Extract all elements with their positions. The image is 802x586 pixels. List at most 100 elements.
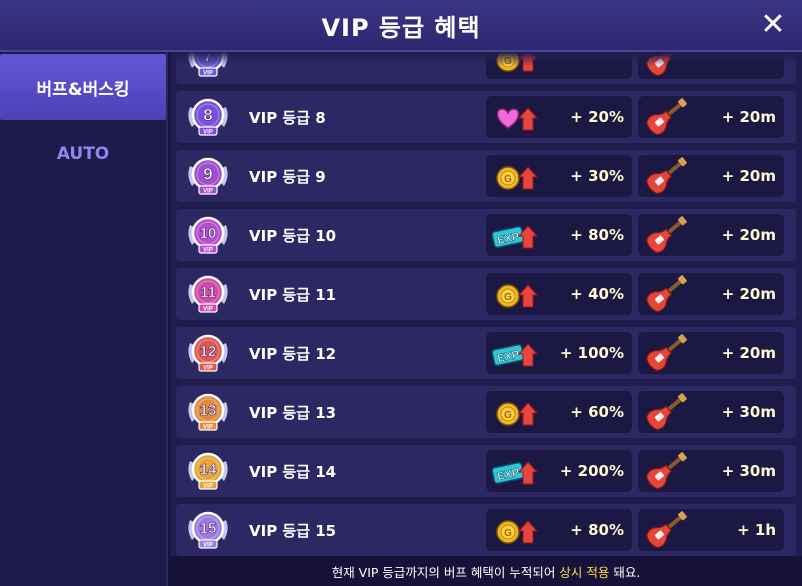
- buff-cell: G + 30%: [486, 155, 632, 197]
- vip-badge-icon: 13 VIP: [184, 388, 232, 436]
- svg-text:15: 15: [200, 520, 217, 537]
- buff-value: + 20%: [570, 108, 624, 126]
- svg-text:VIP: VIP: [203, 307, 213, 313]
- coin-up-icon: G: [490, 157, 540, 195]
- buff-cell: G + 80%: [486, 509, 632, 551]
- busking-cell: + 30m: [638, 391, 784, 433]
- vip-badge-icon: 14 VIP: [184, 447, 232, 495]
- tab-auto[interactable]: AUTO: [0, 120, 166, 188]
- buff-cell: EXP + 100%: [486, 332, 632, 374]
- buff-value: + 30%: [570, 167, 624, 185]
- exp-up-icon: EXP: [490, 216, 540, 254]
- vip-level-label: VIP 등급 8: [249, 108, 326, 127]
- coin-up-icon: G: [490, 275, 540, 313]
- svg-text:13: 13: [200, 402, 217, 419]
- svg-text:8: 8: [203, 106, 212, 125]
- busking-cell: + 20m: [638, 155, 784, 197]
- guitar-icon: [642, 452, 692, 490]
- page-title: VIP 등급 혜택: [321, 13, 481, 42]
- svg-text:VIP: VIP: [203, 484, 213, 490]
- busking-value: + 20m: [721, 226, 776, 244]
- vip-row: 10 VIP VIP 등급 10 EXP + 80% + 20m: [176, 209, 796, 261]
- svg-text:G: G: [504, 292, 512, 303]
- vip-level-label: VIP 등급 10: [249, 226, 337, 245]
- busking-value: + 1h: [737, 521, 776, 539]
- vip-badge-icon: 15 VIP: [184, 506, 232, 554]
- busking-value: + 20m: [721, 108, 776, 126]
- vip-level-label: VIP 등급 15: [249, 521, 337, 540]
- vip-benefit-list[interactable]: 7 VIP G 8 VIP VIP 등급 8+ 20% + 20m: [170, 52, 802, 586]
- vip-badge-icon: 8 VIP: [184, 93, 232, 141]
- title-bar: VIP 등급 혜택 ✕: [0, 0, 802, 52]
- vip-row: 12 VIP VIP 등급 12 EXP + 100% + 20m: [176, 327, 796, 379]
- footer-highlight: 상시 적용: [559, 564, 610, 580]
- buff-cell: G + 40%: [486, 273, 632, 315]
- buff-cell: EXP + 80%: [486, 214, 632, 256]
- buff-value: + 60%: [570, 403, 624, 421]
- vip-level-label: VIP 등급 11: [249, 285, 337, 304]
- footer-text-end: 돼요.: [613, 564, 641, 580]
- scroll-fade: [170, 52, 802, 66]
- guitar-icon: [642, 275, 692, 313]
- buff-value: + 80%: [570, 521, 624, 539]
- svg-text:G: G: [504, 410, 512, 421]
- busking-cell: + 1h: [638, 509, 784, 551]
- svg-text:VIP: VIP: [203, 71, 213, 77]
- close-button[interactable]: ✕: [758, 10, 788, 40]
- svg-text:11: 11: [200, 284, 216, 301]
- vip-row: 15 VIP VIP 등급 15 G + 80% + 1h: [176, 504, 796, 556]
- guitar-icon: [642, 157, 692, 195]
- footer-note: 현재 VIP 등급까지의 버프 혜택이 누적되어 상시 적용 돼요.: [170, 556, 802, 586]
- busking-value: + 20m: [721, 285, 776, 303]
- vip-row: 11 VIP VIP 등급 11 G + 40% + 20m: [176, 268, 796, 320]
- busking-cell: + 30m: [638, 450, 784, 492]
- svg-text:VIP: VIP: [203, 130, 213, 136]
- tab-label: 버프&버스킹: [36, 79, 130, 100]
- tab-label: AUTO: [56, 144, 110, 164]
- tab-buff-busking[interactable]: 버프&버스킹: [0, 54, 166, 120]
- vip-badge-icon: 11 VIP: [184, 270, 232, 318]
- guitar-icon: [642, 334, 692, 372]
- svg-text:VIP: VIP: [203, 189, 213, 195]
- buff-cell: G + 60%: [486, 391, 632, 433]
- vip-level-label: VIP 등급 13: [249, 403, 337, 422]
- exp-up-icon: EXP: [490, 334, 540, 372]
- busking-cell: + 20m: [638, 332, 784, 374]
- svg-text:VIP: VIP: [203, 366, 213, 372]
- vip-row: 14 VIP VIP 등급 14 EXP + 200% + 30m: [176, 445, 796, 497]
- footer-text: 현재 VIP 등급까지의 버프 혜택이 누적되어: [331, 564, 556, 580]
- guitar-icon: [642, 393, 692, 431]
- guitar-icon: [642, 98, 692, 136]
- vip-level-label: VIP 등급 12: [249, 344, 337, 363]
- busking-value: + 30m: [721, 403, 776, 421]
- busking-cell: + 20m: [638, 96, 784, 138]
- vip-badge-icon: 10 VIP: [184, 211, 232, 259]
- buff-cell: EXP + 200%: [486, 450, 632, 492]
- svg-text:G: G: [504, 174, 512, 185]
- vip-level-label: VIP 등급 14: [249, 462, 337, 481]
- vip-row: 9 VIP VIP 등급 9 G + 30% + 20m: [176, 150, 796, 202]
- buff-value: + 80%: [570, 226, 624, 244]
- svg-text:14: 14: [200, 461, 217, 478]
- guitar-icon: [642, 511, 692, 549]
- coin-up-icon: G: [490, 393, 540, 431]
- svg-text:VIP: VIP: [203, 248, 213, 254]
- guitar-icon: [642, 216, 692, 254]
- busking-value: + 20m: [721, 344, 776, 362]
- buff-value: + 200%: [559, 462, 624, 480]
- coin-up-icon: G: [490, 511, 540, 549]
- sidebar: 버프&버스킹 AUTO: [0, 52, 168, 586]
- close-icon: ✕: [760, 7, 786, 42]
- busking-cell: + 20m: [638, 273, 784, 315]
- svg-text:9: 9: [203, 165, 212, 184]
- heart-up-icon: [490, 98, 540, 136]
- svg-text:G: G: [504, 528, 512, 539]
- svg-text:VIP: VIP: [203, 543, 213, 549]
- vip-row: 13 VIP VIP 등급 13 G + 60% + 30m: [176, 386, 796, 438]
- busking-value: + 30m: [721, 462, 776, 480]
- vip-level-label: VIP 등급 9: [249, 167, 326, 186]
- vip-badge-icon: 9 VIP: [184, 152, 232, 200]
- exp-up-icon: EXP: [490, 452, 540, 490]
- buff-value: + 100%: [559, 344, 624, 362]
- svg-text:VIP: VIP: [203, 425, 213, 431]
